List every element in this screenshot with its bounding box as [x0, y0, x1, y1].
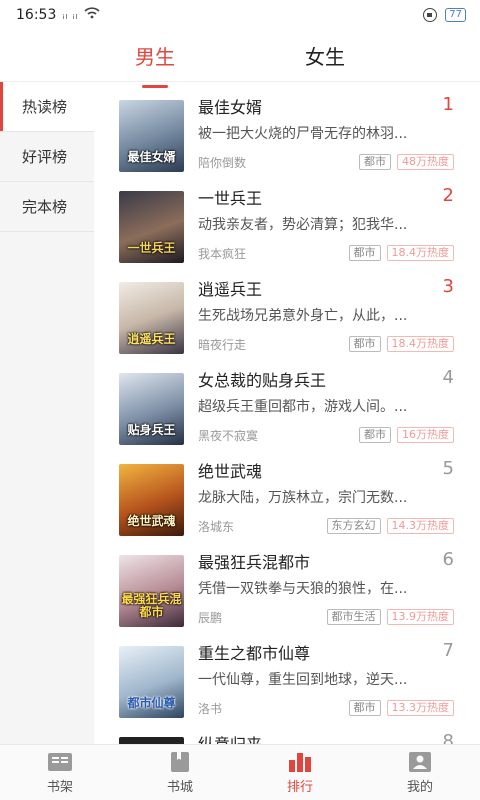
rank-number: 3	[442, 276, 454, 297]
book-item[interactable]: 都市仙尊 重生之都市仙尊一代仙尊，重生回到地球，逆天... 洛书 都市 13.3万热度…	[94, 628, 480, 719]
book-desc: 一代仙尊，重生回到地球，逆天...	[198, 672, 408, 688]
rank-number: 1	[442, 94, 454, 115]
book-desc: 生死战场兄弟意外身亡，从此，...	[198, 308, 408, 324]
tab-male[interactable]: 男生	[125, 33, 185, 78]
rank-number: 8	[442, 731, 454, 744]
ranking-sidebar: 热读榜 好评榜 完本榜	[0, 82, 94, 744]
book-item[interactable]: 贴身兵王 女总裁的贴身兵王超级兵王重回都市，游戏人间。... 黑夜不寂寞 都市 16万…	[94, 355, 480, 446]
book-tag: 都市	[348, 336, 381, 352]
book-heat: 18.4万热度	[386, 336, 454, 352]
book-item[interactable]: 一世兵王 一世兵王 动我亲友者，势必清算；犯我华... 我本疯狂 都市 18.4万热度 …	[94, 173, 480, 264]
profile-icon	[409, 751, 431, 772]
book-desc: 龙脉大陆，万族林立，宗门无数...	[198, 490, 408, 506]
gender-tabs: 男生 女生	[0, 30, 480, 82]
book-title: 最强狂兵混都市	[198, 553, 311, 572]
tab-female[interactable]: 女生	[295, 33, 355, 78]
book-cover: 最佳女婿	[119, 100, 184, 172]
book-title: 一世兵王	[198, 189, 263, 208]
book-tag: 都市	[359, 427, 391, 443]
book-tag: 都市	[348, 245, 381, 261]
rank-number: 5	[442, 458, 454, 479]
book-item[interactable]: 纵意归来 8	[94, 719, 480, 744]
book-desc: 被一把大火烧的尸骨无存的林羽...	[198, 126, 408, 142]
book-list: 最佳女婿 最佳女婿 被一把大火烧的尸骨无存的林羽... 陪你倒数 都市 48万热度 1 …	[94, 82, 480, 744]
book-author: 洛城东	[198, 519, 235, 534]
book-title: 逍遥兵王	[198, 280, 263, 299]
bottom-nav: 书架 书城 排行 我的	[0, 744, 480, 800]
battery-icon: 77	[445, 8, 466, 22]
ranking-icon	[289, 752, 311, 772]
wifi-icon	[84, 7, 101, 23]
rank-number: 6	[442, 549, 454, 570]
book-author: 黑夜不寂寞	[198, 428, 259, 443]
book-desc: 超级兵王重回都市，游戏人间。...	[198, 399, 408, 415]
book-tag: 东方玄幻	[326, 518, 381, 534]
rotation-lock-icon	[423, 8, 438, 22]
book-cover: 逍遥兵王	[119, 282, 184, 354]
rank-number: 2	[442, 185, 454, 206]
sidebar-item-completed[interactable]: 完本榜	[0, 182, 94, 232]
book-heat: 18.4万热度	[386, 245, 454, 261]
book-cover: 绝世武魂	[119, 464, 184, 536]
book-heat: 13.3万热度	[386, 700, 454, 716]
book-tag: 都市	[348, 700, 381, 716]
rank-number: 7	[442, 640, 454, 661]
book-cover: 贴身兵王	[119, 373, 184, 445]
book-title: 重生之都市仙尊	[198, 644, 311, 663]
book-desc: 动我亲友者，势必清算；犯我华...	[198, 217, 408, 233]
signal-icon: ᵢₗ ᵢₗ	[62, 8, 79, 22]
rank-number: 4	[442, 367, 454, 388]
book-item[interactable]: 最强狂兵混都市 最强狂兵混都市 凭借一双铁拳与天狼的狼性，在... 辰鹏 都市生活 13…	[94, 537, 480, 628]
book-desc: 凭借一双铁拳与天狼的狼性，在...	[198, 581, 408, 597]
sidebar-item-rated[interactable]: 好评榜	[0, 132, 94, 182]
book-heat: 14.3万热度	[386, 518, 454, 534]
book-author: 陪你倒数	[198, 155, 247, 170]
book-title: 纵意归来	[198, 733, 454, 744]
bookstore-icon	[171, 751, 189, 772]
book-heat: 16万热度	[397, 427, 454, 443]
book-author: 辰鹏	[198, 610, 223, 625]
book-tag: 都市	[359, 154, 391, 170]
book-item[interactable]: 逍遥兵王 逍遥兵王 生死战场兄弟意外身亡，从此，... 暗夜行走 都市 18.4万热度 …	[94, 264, 480, 355]
book-author: 洛书	[198, 701, 223, 716]
status-bar: 16:53 ᵢₗ ᵢₗ 77	[0, 0, 480, 30]
nav-label: 书架	[46, 779, 73, 795]
book-tag: 都市生活	[326, 609, 381, 625]
book-item[interactable]: 最佳女婿 最佳女婿 被一把大火烧的尸骨无存的林羽... 陪你倒数 都市 48万热度 1	[94, 82, 480, 173]
book-cover	[119, 737, 184, 744]
nav-label: 我的	[406, 779, 433, 795]
book-heat: 48万热度	[397, 154, 454, 170]
book-author: 暗夜行走	[198, 337, 247, 352]
book-cover: 一世兵王	[119, 191, 184, 263]
nav-label: 排行	[286, 779, 313, 795]
nav-label: 书城	[166, 779, 193, 795]
book-title: 绝世武魂	[198, 462, 263, 481]
book-cover: 最强狂兵混都市	[119, 555, 184, 627]
bookshelf-icon	[48, 752, 72, 771]
nav-bookstore[interactable]: 书城	[120, 745, 240, 800]
nav-ranking[interactable]: 排行	[240, 745, 360, 800]
status-time: 16:53	[16, 7, 57, 23]
book-item[interactable]: 绝世武魂 绝世武魂 龙脉大陆，万族林立，宗门无数... 洛城东 东方玄幻 14.3万热度…	[94, 446, 480, 537]
book-title: 最佳女婿	[198, 98, 263, 117]
sidebar-item-hot[interactable]: 热读榜	[0, 82, 94, 132]
book-title: 女总裁的贴身兵王	[198, 371, 327, 390]
nav-bookshelf[interactable]: 书架	[0, 745, 120, 800]
book-heat: 13.9万热度	[386, 609, 454, 625]
nav-profile[interactable]: 我的	[360, 745, 480, 800]
book-author: 我本疯狂	[198, 246, 247, 261]
book-cover: 都市仙尊	[119, 646, 184, 718]
